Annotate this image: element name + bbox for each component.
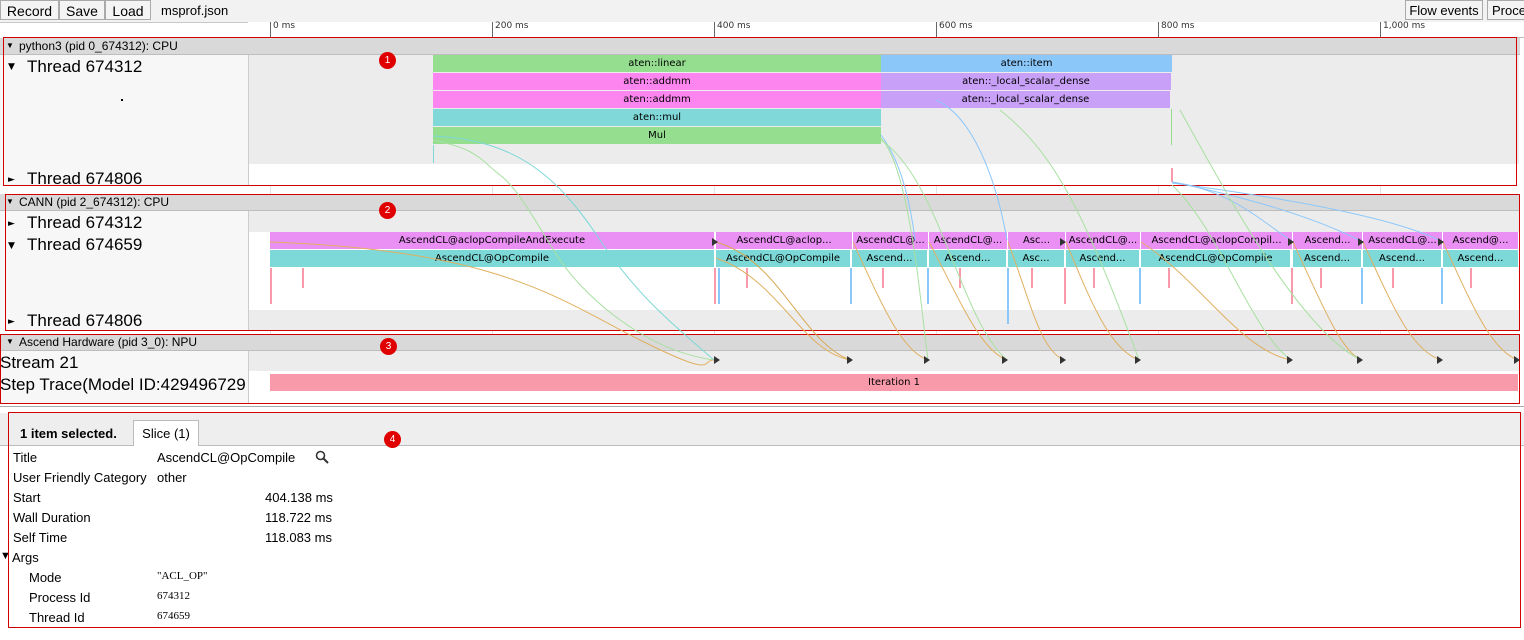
field-value: 118.083 ms xyxy=(265,530,332,545)
field-value: 404.138 ms xyxy=(265,490,333,505)
field-label: Thread Id xyxy=(29,610,85,625)
field-label: User Friendly Category xyxy=(13,470,147,485)
field-value: other xyxy=(157,470,187,485)
field-label: Wall Duration xyxy=(13,510,91,525)
field-value: 674659 xyxy=(157,610,190,622)
search-icon[interactable] xyxy=(315,450,329,464)
detail-header: 1 item selected. Slice (1) xyxy=(0,413,1524,446)
field-label: Mode xyxy=(29,570,62,585)
detail-panel: 1 item selected. Slice (1) 4 Title Ascen… xyxy=(0,406,1524,640)
args-toggle-icon[interactable]: ▼ xyxy=(0,550,11,562)
tab-slice[interactable]: Slice (1) xyxy=(133,420,199,446)
field-label: Start xyxy=(13,490,41,505)
field-value: AscendCL@OpCompile xyxy=(157,450,296,465)
field-label: Args xyxy=(12,550,39,565)
field-value: "ACL_OP" xyxy=(157,570,208,582)
field-label: Self Time xyxy=(13,530,68,545)
field-label: Title xyxy=(13,450,38,465)
flow-arrows xyxy=(269,99,1520,366)
field-label: Process Id xyxy=(29,590,91,605)
selection-count: 1 item selected. xyxy=(20,426,117,441)
field-value: 674312 xyxy=(157,590,190,602)
field-value: 118.722 ms xyxy=(265,510,332,525)
annotation-badge: 4 xyxy=(384,431,401,448)
